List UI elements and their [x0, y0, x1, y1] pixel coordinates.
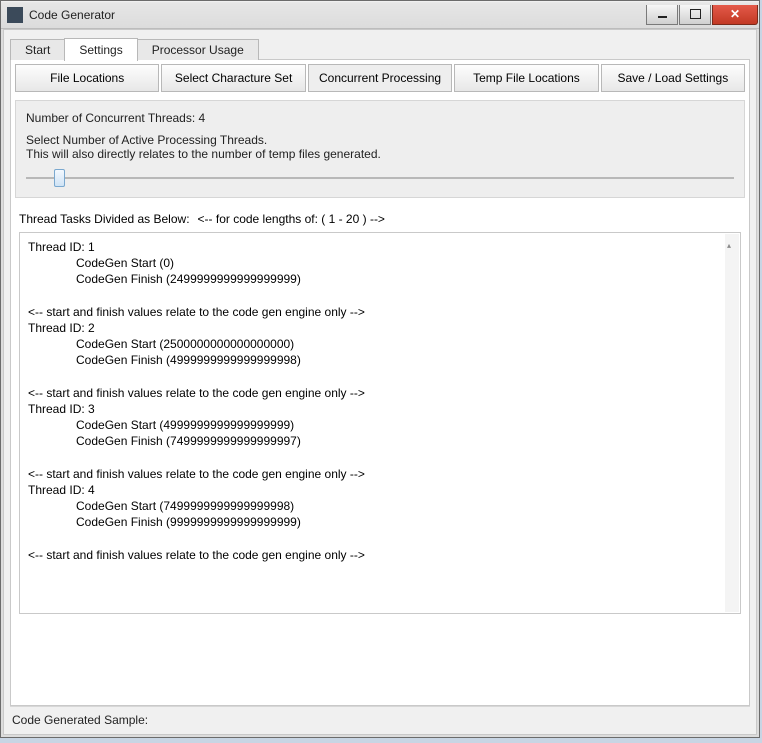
tasks-label-row: Thread Tasks Divided as Below: <-- for c… — [19, 212, 741, 226]
maximize-button[interactable] — [679, 5, 711, 25]
thread-config-line1: Select Number of Active Processing Threa… — [26, 133, 734, 147]
scrollbar-track[interactable] — [725, 234, 739, 612]
tab-settings[interactable]: Settings — [64, 38, 137, 61]
sub-tab-file-locations[interactable]: File Locations — [15, 64, 159, 92]
thread-config-line2: This will also directly relates to the n… — [26, 147, 734, 161]
thread-config-panel: Number of Concurrent Threads: 4 Select N… — [15, 100, 745, 198]
sub-tab-temp-file-locations[interactable]: Temp File Locations — [454, 64, 598, 92]
app-title: Code Generator — [29, 8, 646, 22]
tasks-label: Thread Tasks Divided as Below: — [19, 212, 190, 226]
scrollbar-up-icon[interactable] — [727, 237, 735, 245]
tab-processor-usage[interactable]: Processor Usage — [137, 39, 259, 60]
sub-tab-characture-set[interactable]: Select Characture Set — [161, 64, 305, 92]
titlebar[interactable]: Code Generator — [1, 1, 759, 29]
window-buttons — [646, 5, 759, 25]
app-icon — [7, 7, 23, 23]
client-area: Start Settings Processor Usage File Loca… — [3, 29, 757, 735]
settings-panel: File Locations Select Characture Set Con… — [10, 59, 750, 706]
thread-slider[interactable] — [26, 169, 734, 187]
minimize-button[interactable] — [646, 5, 678, 25]
thread-count-heading: Number of Concurrent Threads: 4 — [26, 111, 734, 125]
sub-tab-concurrent-processing[interactable]: Concurrent Processing — [308, 64, 452, 92]
tasks-suffix: <-- for code lengths of: ( 1 - 20 ) --> — [198, 212, 385, 226]
thread-lines-container: Thread ID: 1CodeGen Start (0)CodeGen Fin… — [28, 239, 732, 563]
app-window: Code Generator Start Settings Processor … — [0, 0, 760, 738]
slider-thumb[interactable] — [54, 169, 65, 187]
status-bar: Code Generated Sample: — [10, 706, 750, 728]
thread-list[interactable]: Thread ID: 1CodeGen Start (0)CodeGen Fin… — [19, 232, 741, 614]
status-text: Code Generated Sample: — [12, 713, 148, 727]
sub-tab-strip: File Locations Select Characture Set Con… — [15, 64, 745, 92]
close-button[interactable] — [712, 5, 758, 25]
main-tab-strip: Start Settings Processor Usage — [10, 36, 750, 60]
tab-start[interactable]: Start — [10, 39, 65, 60]
slider-track — [26, 177, 734, 179]
sub-tab-save-load-settings[interactable]: Save / Load Settings — [601, 64, 745, 92]
